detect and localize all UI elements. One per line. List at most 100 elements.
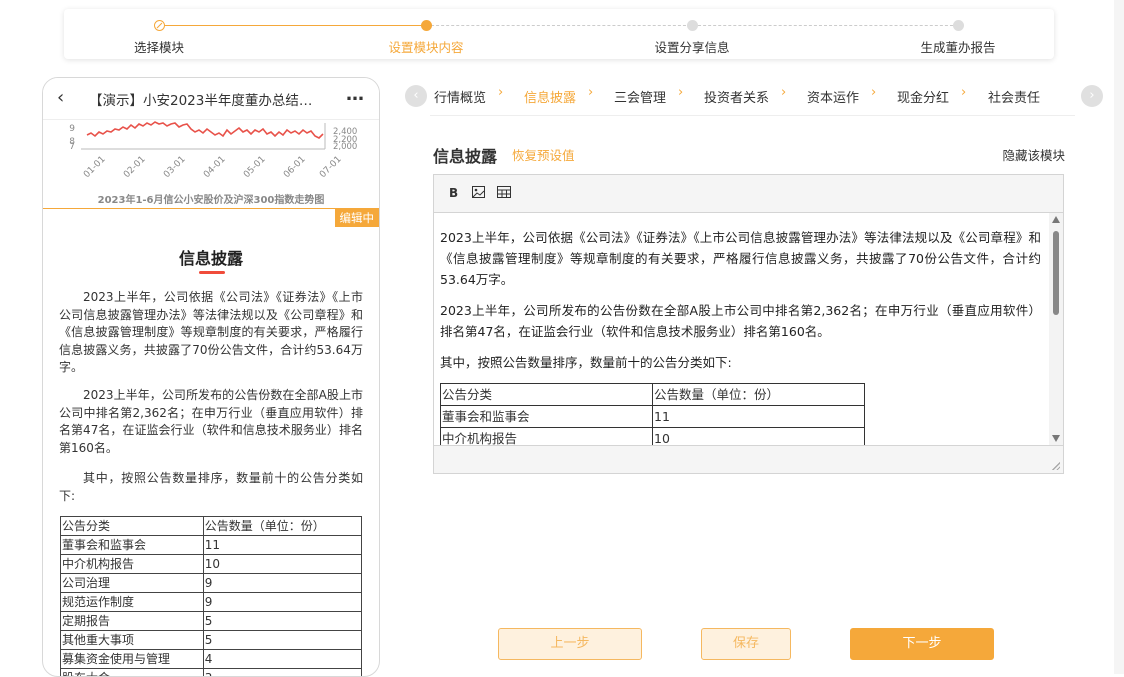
step-select-module[interactable]: 选择模块 — [89, 20, 229, 56]
table-cell[interactable]: 中介机构报告 — [441, 428, 653, 446]
editor-paragraph[interactable]: 2023上半年，公司所发布的公告份数在全部A股上市公司中排名第2,362名；在申… — [440, 300, 1041, 342]
x-tick-label: 06-01 — [282, 155, 308, 181]
phone-header: ‹ 【演示】小安2023半年度董办总结… … — [43, 78, 379, 120]
previous-step-button[interactable]: 上一步 — [498, 628, 642, 660]
table-row: 其他重大事项5 — [61, 631, 362, 650]
table-cell: 3 — [203, 669, 361, 677]
y-tick-label: 7 — [69, 142, 75, 152]
chevron-right-icon: › — [588, 85, 593, 100]
table-cell: 募集资金使用与管理 — [61, 650, 204, 669]
x-tick-label: 03-01 — [162, 155, 188, 181]
editor-content[interactable]: 2023上半年，公司依据《公司法》《证券法》《上市公司信息披露管理办法》等法律法… — [434, 213, 1049, 445]
chevron-right-icon: › — [678, 85, 683, 100]
table-cell[interactable]: 10 — [653, 428, 865, 446]
scroll-down-icon[interactable] — [1052, 435, 1060, 442]
editing-module-frame[interactable]: 编辑中 信息披露 2023上半年，公司依据《公司法》《证券法》《上市公司信息披露… — [43, 208, 379, 677]
save-button[interactable]: 保存 — [701, 628, 791, 660]
table-row: 公告分类公告数量（单位：份） — [441, 384, 865, 406]
phone-preview[interactable]: 9 8 7 2,400 2,200 2,000 01-01 02-01 03-0… — [42, 77, 380, 677]
tab-social-responsibility[interactable]: 社会责任 — [988, 87, 1040, 106]
x-tick-label: 01-01 — [82, 155, 108, 181]
table-cell: 规范运作制度 — [61, 593, 204, 612]
rich-text-editor[interactable]: B 2023上半年，公司依据《公司法》《证券法》《上市公司信息披露管理办法》等法… — [433, 174, 1064, 474]
tab-info-disclosure[interactable]: 信息披露 — [524, 87, 576, 106]
table-cell: 10 — [203, 555, 361, 574]
editor-table[interactable]: 公告分类公告数量（单位：份） 董事会和监事会11 中介机构报告10 — [440, 383, 865, 445]
page-scrollbar[interactable] — [1114, 0, 1124, 674]
table-cell: 9 — [203, 593, 361, 612]
pending-dot-icon — [687, 20, 698, 31]
scroll-thumb[interactable] — [1053, 231, 1059, 315]
step-generate-report[interactable]: 生成董办报告 — [888, 20, 1028, 56]
chevron-right-icon: › — [961, 85, 966, 100]
table-cell: 公告分类 — [61, 517, 204, 536]
step-set-module-content[interactable]: 设置模块内容 — [356, 20, 496, 56]
active-dot-icon — [421, 20, 432, 31]
table-cell[interactable]: 11 — [653, 406, 865, 428]
table-row: 董事会和监事会11 — [61, 536, 362, 555]
table-cell: 4 — [203, 650, 361, 669]
chevron-left-icon[interactable]: ‹ — [57, 87, 64, 108]
pending-dot-icon — [953, 20, 964, 31]
x-tick-label: 07-01 — [318, 155, 344, 181]
table-row: 定期报告5 — [61, 612, 362, 631]
check-circle-icon — [154, 20, 165, 31]
table-cell: 公司治理 — [61, 574, 204, 593]
announcement-table: 公告分类公告数量（单位：份） 董事会和监事会11 中介机构报告10 公司治理9 … — [60, 516, 362, 677]
resize-handle-icon[interactable] — [1051, 461, 1060, 470]
table-icon[interactable] — [497, 186, 511, 201]
next-step-button[interactable]: 下一步 — [850, 628, 994, 660]
table-row: 公司治理9 — [61, 574, 362, 593]
editor-paragraph[interactable]: 其中，按照公告数量排序，数量前十的公告分类如下: — [440, 352, 1041, 373]
table-row: 规范运作制度9 — [61, 593, 362, 612]
table-cell: 股东大会 — [61, 669, 204, 677]
x-tick-label: 05-01 — [242, 155, 268, 181]
table-row: 募集资金使用与管理4 — [61, 650, 362, 669]
table-row: 股东大会3 — [61, 669, 362, 677]
chart-caption: 2023年1-6月信公小安股价及沪深300指数走势图 — [43, 191, 379, 206]
more-icon[interactable]: … — [346, 84, 365, 105]
tabs-divider — [430, 115, 1075, 116]
table-row: 中介机构报告10 — [441, 428, 865, 446]
editor-statusbar — [434, 445, 1063, 473]
tab-investor-relations[interactable]: 投资者关系 — [704, 87, 769, 106]
reset-default-link[interactable]: 恢复预设值 — [512, 145, 575, 164]
table-cell[interactable]: 公告分类 — [441, 384, 653, 406]
tab-capital-operations[interactable]: 资本运作 — [807, 87, 859, 106]
step-label: 设置模块内容 — [356, 37, 496, 56]
phone-paragraph: 2023上半年，公司所发布的公告份数在全部A股上市公司中排名第2,362名；在申… — [59, 387, 363, 457]
table-cell: 5 — [203, 631, 361, 650]
table-row: 董事会和监事会11 — [441, 406, 865, 428]
phone-title: 【演示】小安2023半年度董办总结… — [89, 89, 329, 109]
table-cell[interactable]: 公告数量（单位：份） — [653, 384, 865, 406]
y2-tick-label: 2,000 — [333, 142, 357, 152]
step-label: 设置分享信息 — [622, 37, 762, 56]
chevron-left-icon[interactable]: ‹ — [405, 85, 427, 107]
editor-toolbar: B — [434, 175, 1063, 213]
progress-stepper: 选择模块 设置模块内容 设置分享信息 生成董办报告 — [64, 9, 1054, 59]
editing-badge: 编辑中 — [335, 209, 380, 227]
tab-cash-dividends[interactable]: 现金分红 — [897, 87, 949, 106]
hide-module-link[interactable]: 隐藏该模块 — [1002, 145, 1065, 164]
chevron-right-icon[interactable]: › — [1081, 85, 1103, 107]
step-set-share-info[interactable]: 设置分享信息 — [622, 20, 762, 56]
tab-three-meetings[interactable]: 三会管理 — [614, 87, 666, 106]
bold-button[interactable]: B — [449, 186, 458, 200]
tab-market-overview[interactable]: 行情概览 — [434, 87, 486, 106]
step-label: 生成董办报告 — [888, 37, 1028, 56]
table-row: 公告分类公告数量（单位：份） — [61, 517, 362, 536]
table-cell[interactable]: 董事会和监事会 — [441, 406, 653, 428]
table-cell: 11 — [203, 536, 361, 555]
image-icon[interactable] — [472, 186, 485, 201]
editor-scrollbar[interactable] — [1049, 213, 1063, 445]
table-cell: 定期报告 — [61, 612, 204, 631]
scroll-up-icon[interactable] — [1052, 216, 1060, 223]
heading-underline — [199, 271, 225, 274]
table-cell: 9 — [203, 574, 361, 593]
chevron-right-icon: › — [781, 85, 786, 100]
table-cell: 中介机构报告 — [61, 555, 204, 574]
table-cell: 5 — [203, 612, 361, 631]
phone-section-heading: 信息披露 — [43, 245, 379, 269]
table-cell: 其他重大事项 — [61, 631, 204, 650]
editor-paragraph[interactable]: 2023上半年，公司依据《公司法》《证券法》《上市公司信息披露管理办法》等法律法… — [440, 227, 1041, 290]
